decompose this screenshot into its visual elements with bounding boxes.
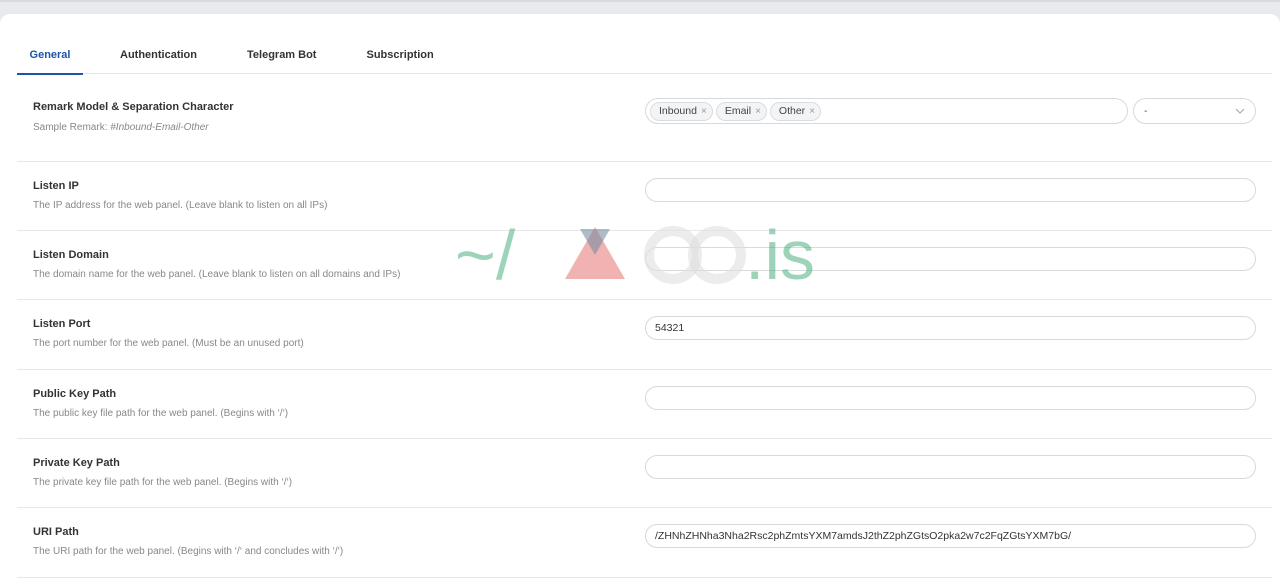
chevron-down-icon <box>1235 108 1245 114</box>
public-key-input[interactable] <box>645 386 1256 410</box>
tag-label: Inbound <box>659 105 697 117</box>
tab-general[interactable]: General <box>17 36 83 75</box>
remark-label: Remark Model & Separation Character <box>33 101 234 113</box>
listen-ip-row: Listen IP The IP address for the web pan… <box>17 162 1272 231</box>
listen-domain-desc: The domain name for the web panel. (Leav… <box>33 269 401 280</box>
public-key-desc: The public key file path for the web pan… <box>33 408 289 419</box>
listen-ip-desc: The IP address for the web panel. (Leave… <box>33 200 328 211</box>
tab-authentication[interactable]: Authentication <box>107 36 210 74</box>
remove-tag-icon[interactable]: × <box>809 106 815 117</box>
listen-ip-input[interactable] <box>645 178 1256 202</box>
private-key-input[interactable] <box>645 455 1256 479</box>
uri-path-desc: The URI path for the web panel. (Begins … <box>33 546 344 557</box>
public-key-label: Public Key Path <box>33 388 117 400</box>
tab-telegram-bot[interactable]: Telegram Bot <box>234 36 329 74</box>
remark-desc: Sample Remark: #Inbound-Email-Other <box>33 122 209 133</box>
tag-label: Other <box>778 105 806 117</box>
listen-port-desc: The port number for the web panel. (Must… <box>33 338 304 349</box>
remark-row: Remark Model & Separation Character Samp… <box>17 74 1272 162</box>
private-key-desc: The private key file path for the web pa… <box>33 477 293 488</box>
remark-desc-prefix: Sample Remark: <box>33 122 111 133</box>
settings-tabs: General Authentication Telegram Bot Subs… <box>17 36 1272 75</box>
remark-tag-inbound: Inbound × <box>650 101 713 121</box>
private-key-label: Private Key Path <box>33 457 120 469</box>
remove-tag-icon[interactable]: × <box>701 106 707 117</box>
tab-subscription[interactable]: Subscription <box>353 36 446 74</box>
listen-domain-input[interactable] <box>645 247 1256 271</box>
uri-path-input[interactable]: /ZHNhZHNha3Nha2Rsc2phZmtsYXM7amdsJ2thZ2p… <box>645 524 1256 548</box>
remark-tag-other: Other × <box>769 101 822 121</box>
remark-tag-email: Email × <box>715 101 767 121</box>
separator-select[interactable]: - <box>1133 98 1256 124</box>
public-key-row: Public Key Path The public key file path… <box>17 370 1272 439</box>
remark-desc-example: #Inbound-Email-Other <box>110 122 209 133</box>
remove-tag-icon[interactable]: × <box>755 106 761 117</box>
top-strip <box>0 0 1280 2</box>
uri-path-row: URI Path The URI path for the web panel.… <box>17 508 1272 578</box>
listen-port-label: Listen Port <box>33 318 91 330</box>
remark-model-select[interactable]: Inbound × Email × Other × <box>645 98 1128 124</box>
private-key-row: Private Key Path The private key file pa… <box>17 439 1272 508</box>
separator-value: - <box>1144 105 1148 117</box>
listen-domain-row: Listen Domain The domain name for the we… <box>17 231 1272 300</box>
listen-ip-label: Listen IP <box>33 180 79 192</box>
tag-label: Email <box>724 105 752 117</box>
uri-path-label: URI Path <box>33 526 79 538</box>
listen-port-row: Listen Port The port number for the web … <box>17 300 1272 370</box>
listen-port-input[interactable]: 54321 <box>645 316 1256 340</box>
listen-domain-label: Listen Domain <box>33 249 109 261</box>
